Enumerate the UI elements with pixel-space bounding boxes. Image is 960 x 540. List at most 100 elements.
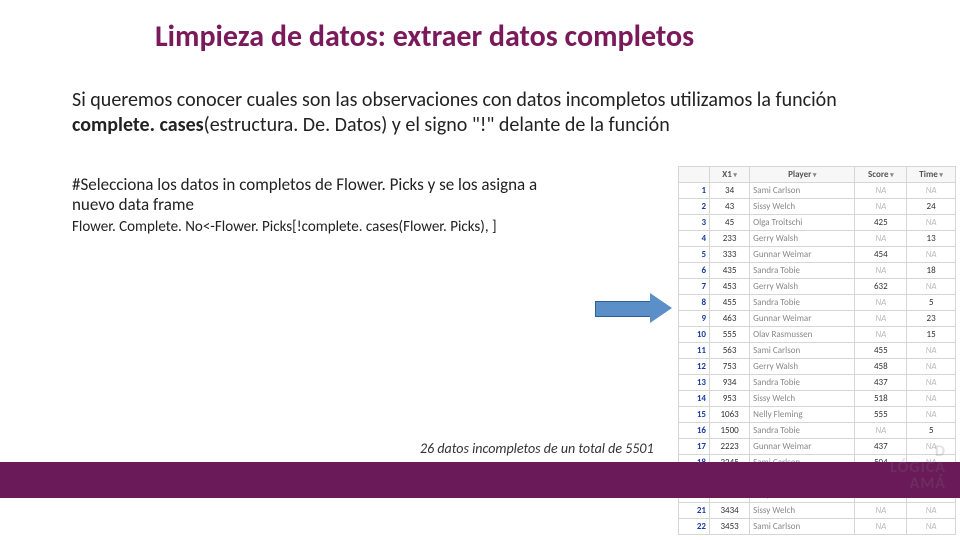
table-cell: 454 — [855, 247, 907, 263]
table-row: 10555Olav RasmussenNA15 — [679, 327, 956, 343]
code-line: Flower. Complete. No<-Flower. Picks[!com… — [72, 218, 632, 236]
table-cell: NA — [907, 215, 956, 231]
watermark-l3: AMÁ — [910, 474, 946, 493]
code-comment: #Selecciona los datos in completos de Fl… — [72, 175, 572, 216]
table-cell: 11 — [679, 343, 710, 359]
table-cell: Sandra Tobie — [750, 295, 855, 311]
table-cell: 1500 — [710, 423, 750, 439]
table-cell: 1063 — [710, 407, 750, 423]
table-row: 14953Sissy Welch518NA — [679, 391, 956, 407]
table-cell: 453 — [710, 279, 750, 295]
table-cell: 753 — [710, 359, 750, 375]
table-row: 243Sissy WelchNA24 — [679, 199, 956, 215]
table-row: 345Olga Troitschi425NA — [679, 215, 956, 231]
table-cell: NA — [855, 231, 907, 247]
table-cell: Sami Carlson — [750, 183, 855, 199]
table-cell: NA — [907, 279, 956, 295]
table-cell: NA — [855, 503, 907, 519]
table-row: 12753Gerry Walsh458NA — [679, 359, 956, 375]
table-row: 151063Nelly Fleming555NA — [679, 407, 956, 423]
table-cell: Sandra Tobie — [750, 263, 855, 279]
table-cell: Gunnar Weimar — [750, 247, 855, 263]
table-cell: 45 — [710, 215, 750, 231]
table-cell: Sandra Tobie — [750, 375, 855, 391]
table-cell: NA — [907, 359, 956, 375]
table-cell: 463 — [710, 311, 750, 327]
header-score: Score — [855, 167, 907, 183]
table-caption: 26 datos incompletos de un total de 5501 — [420, 440, 654, 457]
table-cell: Sami Carlson — [750, 343, 855, 359]
table-cell: 22 — [679, 519, 710, 535]
table-cell: Gerry Walsh — [750, 279, 855, 295]
table-cell: 1 — [679, 183, 710, 199]
table-cell: 458 — [855, 359, 907, 375]
table-cell: NA — [907, 247, 956, 263]
table-cell: NA — [855, 327, 907, 343]
table-cell: 15 — [679, 407, 710, 423]
table-row: 161500Sandra TobieNA5 — [679, 423, 956, 439]
table-cell: Gerry Walsh — [750, 231, 855, 247]
table-cell: 9 — [679, 311, 710, 327]
table-cell: Gerry Walsh — [750, 359, 855, 375]
header-player: Player — [750, 167, 855, 183]
table-cell: 2223 — [710, 439, 750, 455]
table-cell: 13 — [907, 231, 956, 247]
table-cell: Sissy Welch — [750, 199, 855, 215]
table-cell: 5 — [907, 295, 956, 311]
slide-title: Limpieza de datos: extraer datos complet… — [155, 18, 694, 55]
header-time: Time — [907, 167, 956, 183]
table-cell: 12 — [679, 359, 710, 375]
table-row: 6435Sandra TobieNA18 — [679, 263, 956, 279]
table-cell: 13 — [679, 375, 710, 391]
body-text: Si queremos conocer cuales son las obser… — [72, 88, 892, 138]
body-bold: complete. cases — [72, 113, 204, 137]
table-cell: 34 — [710, 183, 750, 199]
table-cell: 18 — [907, 263, 956, 279]
table-row: 5333Gunnar Weimar454NA — [679, 247, 956, 263]
table-cell: 455 — [710, 295, 750, 311]
table-cell: Sami Carlson — [750, 519, 855, 535]
logo-watermark: D LÓGICA AMÁ — [890, 444, 946, 492]
table-cell: 24 — [907, 199, 956, 215]
table-cell: 23 — [907, 311, 956, 327]
table-cell: 5 — [907, 423, 956, 439]
table-cell: 333 — [710, 247, 750, 263]
table-cell: 7 — [679, 279, 710, 295]
table-cell: Sissy Welch — [750, 503, 855, 519]
table-cell: NA — [855, 423, 907, 439]
table-cell: 425 — [855, 215, 907, 231]
table-cell: Sissy Welch — [750, 391, 855, 407]
table-cell: NA — [907, 407, 956, 423]
table-cell: 10 — [679, 327, 710, 343]
table-row: 213434Sissy WelchNANA — [679, 503, 956, 519]
table-row: 223453Sami CarlsonNANA — [679, 519, 956, 535]
table-cell: NA — [855, 199, 907, 215]
table-cell: NA — [907, 519, 956, 535]
table-row: 134Sami CarlsonNANA — [679, 183, 956, 199]
table-cell: NA — [855, 183, 907, 199]
table-cell: 2 — [679, 199, 710, 215]
table-cell: 15 — [907, 327, 956, 343]
arrow-right-icon — [595, 295, 675, 321]
table-cell: 3453 — [710, 519, 750, 535]
table-cell: 632 — [855, 279, 907, 295]
table-row: 9463Gunnar WeimarNA23 — [679, 311, 956, 327]
table-cell: Olav Rasmussen — [750, 327, 855, 343]
table-cell: Sandra Tobie — [750, 423, 855, 439]
body-post: (estructura. De. Datos) y el signo "!" d… — [204, 113, 670, 137]
table-cell: NA — [907, 183, 956, 199]
table-cell: 233 — [710, 231, 750, 247]
body-pre: Si queremos conocer cuales son las obser… — [72, 88, 837, 112]
table-cell: NA — [855, 263, 907, 279]
table-cell: NA — [907, 391, 956, 407]
header-corner — [679, 167, 710, 183]
table-cell: 518 — [855, 391, 907, 407]
table-cell: 4 — [679, 231, 710, 247]
table-cell: NA — [907, 375, 956, 391]
table-row: 11563Sami Carlson455NA — [679, 343, 956, 359]
footer-band — [0, 462, 960, 498]
table-cell: 435 — [710, 263, 750, 279]
table-cell: NA — [855, 295, 907, 311]
table-row: 4233Gerry WalshNA13 — [679, 231, 956, 247]
table-cell: 5 — [679, 247, 710, 263]
